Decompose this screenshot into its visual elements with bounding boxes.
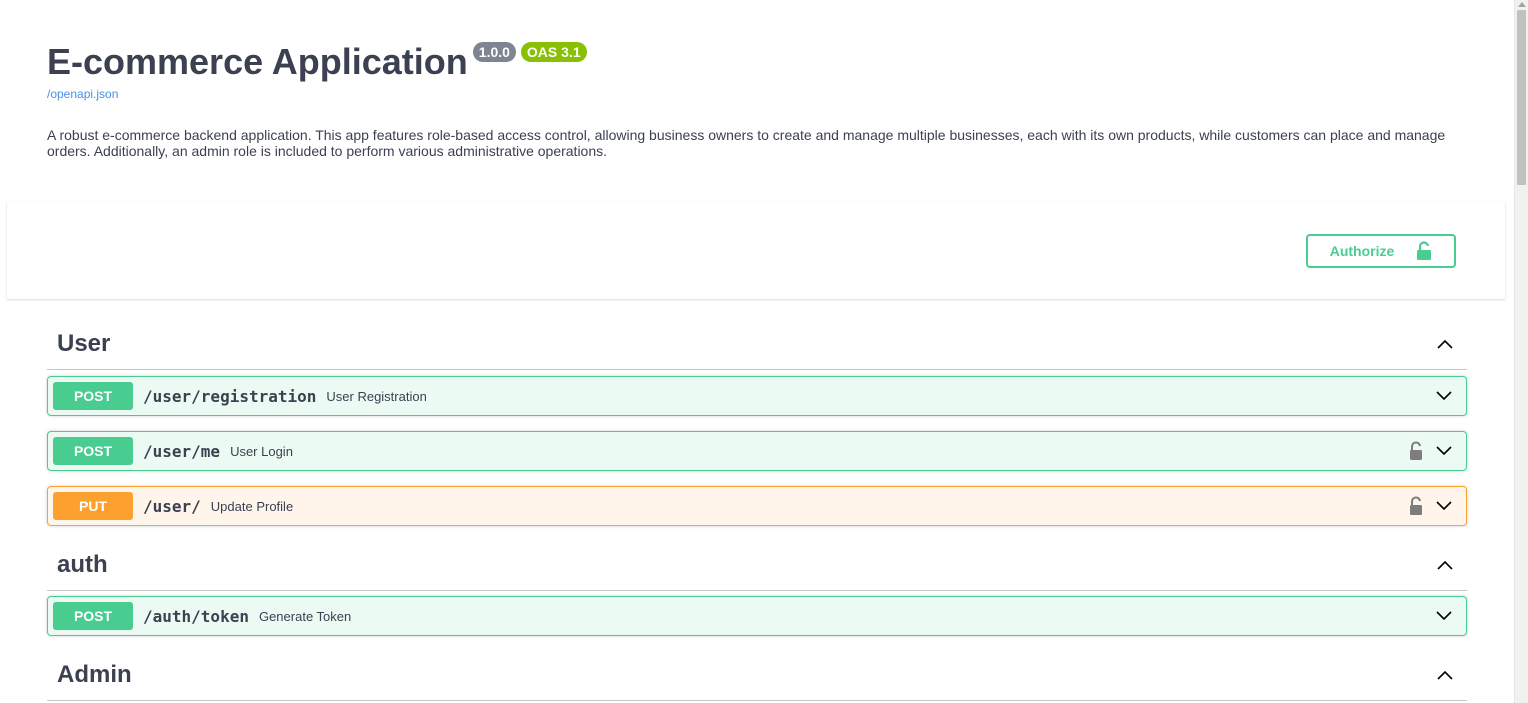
chevron-down-icon[interactable] [1434, 386, 1454, 406]
authorize-label: Authorize [1329, 243, 1395, 259]
unlocked-padlock-icon[interactable] [1408, 496, 1424, 516]
tag-section-user[interactable]: User [47, 318, 1467, 370]
method-badge: PUT [53, 492, 133, 520]
chevron-down-icon[interactable] [1434, 496, 1454, 516]
badges: 1.0.0 OAS 3.1 [472, 42, 592, 62]
tag-name-admin: Admin [57, 660, 132, 688]
operation-controls [1408, 441, 1454, 461]
operation-post-user-registration[interactable]: POST /user/registration User Registratio… [47, 376, 1467, 416]
tag-name-auth: auth [57, 550, 108, 578]
method-badge: POST [53, 602, 133, 630]
chevron-up-icon[interactable] [1435, 665, 1455, 685]
operation-summary: Update Profile [210, 498, 294, 514]
operation-path: /user/registration [143, 386, 317, 406]
scrollbar-thumb[interactable] [1517, 10, 1526, 185]
operation-summary: User Registration [326, 388, 427, 404]
unlocked-padlock-icon [1417, 241, 1432, 260]
operation-path: /auth/token [143, 606, 249, 626]
method-badge: POST [53, 382, 133, 410]
title-row: E-commerce Application 1.0.0 OAS 3.1 [47, 40, 1467, 84]
vertical-scrollbar[interactable] [1514, 0, 1528, 703]
operation-path: /user/ [143, 496, 201, 516]
api-description: A robust e-commerce backend application.… [47, 127, 1446, 159]
operation-summary: Generate Token [258, 608, 352, 624]
operation-controls [1434, 606, 1454, 626]
operation-controls [1434, 386, 1454, 406]
operation-controls [1408, 496, 1454, 516]
chevron-up-icon[interactable] [1435, 334, 1455, 354]
tag-name-user: User [57, 329, 111, 357]
method-badge: POST [53, 437, 133, 465]
unlocked-padlock-icon[interactable] [1408, 441, 1424, 461]
openapi-spec-link[interactable]: /openapi.json [47, 87, 1467, 101]
scheme-container: Authorize [7, 201, 1505, 299]
operation-post-user-me[interactable]: POST /user/me User Login [47, 431, 1467, 471]
api-info: E-commerce Application 1.0.0 OAS 3.1 /op… [47, 40, 1467, 159]
swagger-ui-page: E-commerce Application 1.0.0 OAS 3.1 /op… [0, 0, 1514, 703]
operation-summary: User Login [230, 443, 293, 459]
chevron-up-icon[interactable] [1435, 555, 1455, 575]
oas-badge: OAS 3.1 [520, 42, 587, 62]
authorize-button[interactable]: Authorize [1306, 234, 1456, 268]
operation-put-user[interactable]: PUT /user/ Update Profile [47, 486, 1467, 526]
tag-section-auth[interactable]: auth [47, 539, 1467, 591]
tag-section-admin[interactable]: Admin [47, 649, 1467, 701]
api-title: E-commerce Application [47, 41, 468, 82]
chevron-down-icon[interactable] [1434, 606, 1454, 626]
version-badge: 1.0.0 [472, 42, 516, 62]
operation-path: /user/me [143, 441, 221, 461]
scroll-up-arrow-icon[interactable] [1518, 2, 1526, 7]
operation-post-auth-token[interactable]: POST /auth/token Generate Token [47, 596, 1467, 636]
chevron-down-icon[interactable] [1434, 441, 1454, 461]
